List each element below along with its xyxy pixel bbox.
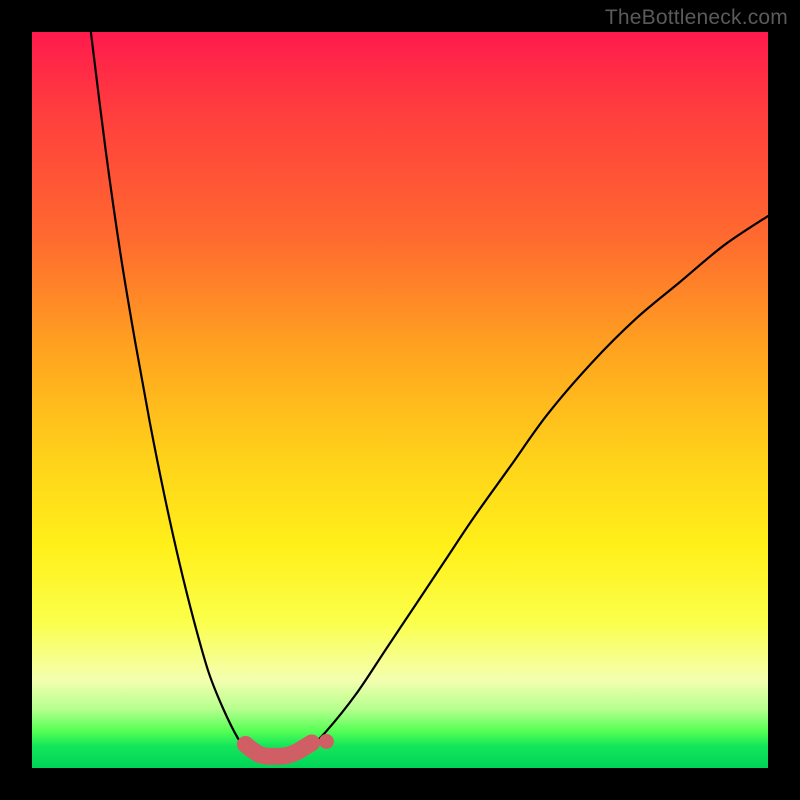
trough-band-path: [245, 743, 311, 756]
curve-left: [91, 32, 249, 753]
watermark-text: TheBottleneck.com: [605, 6, 788, 30]
plot-area: [32, 32, 768, 768]
curve-layer: [91, 32, 768, 753]
curve-right: [304, 216, 768, 753]
chart-frame: TheBottleneck.com: [0, 0, 800, 800]
chart-svg: [32, 32, 768, 768]
trough-dot-point: [319, 734, 334, 749]
trough-dot: [319, 734, 334, 749]
trough-band: [245, 743, 311, 756]
